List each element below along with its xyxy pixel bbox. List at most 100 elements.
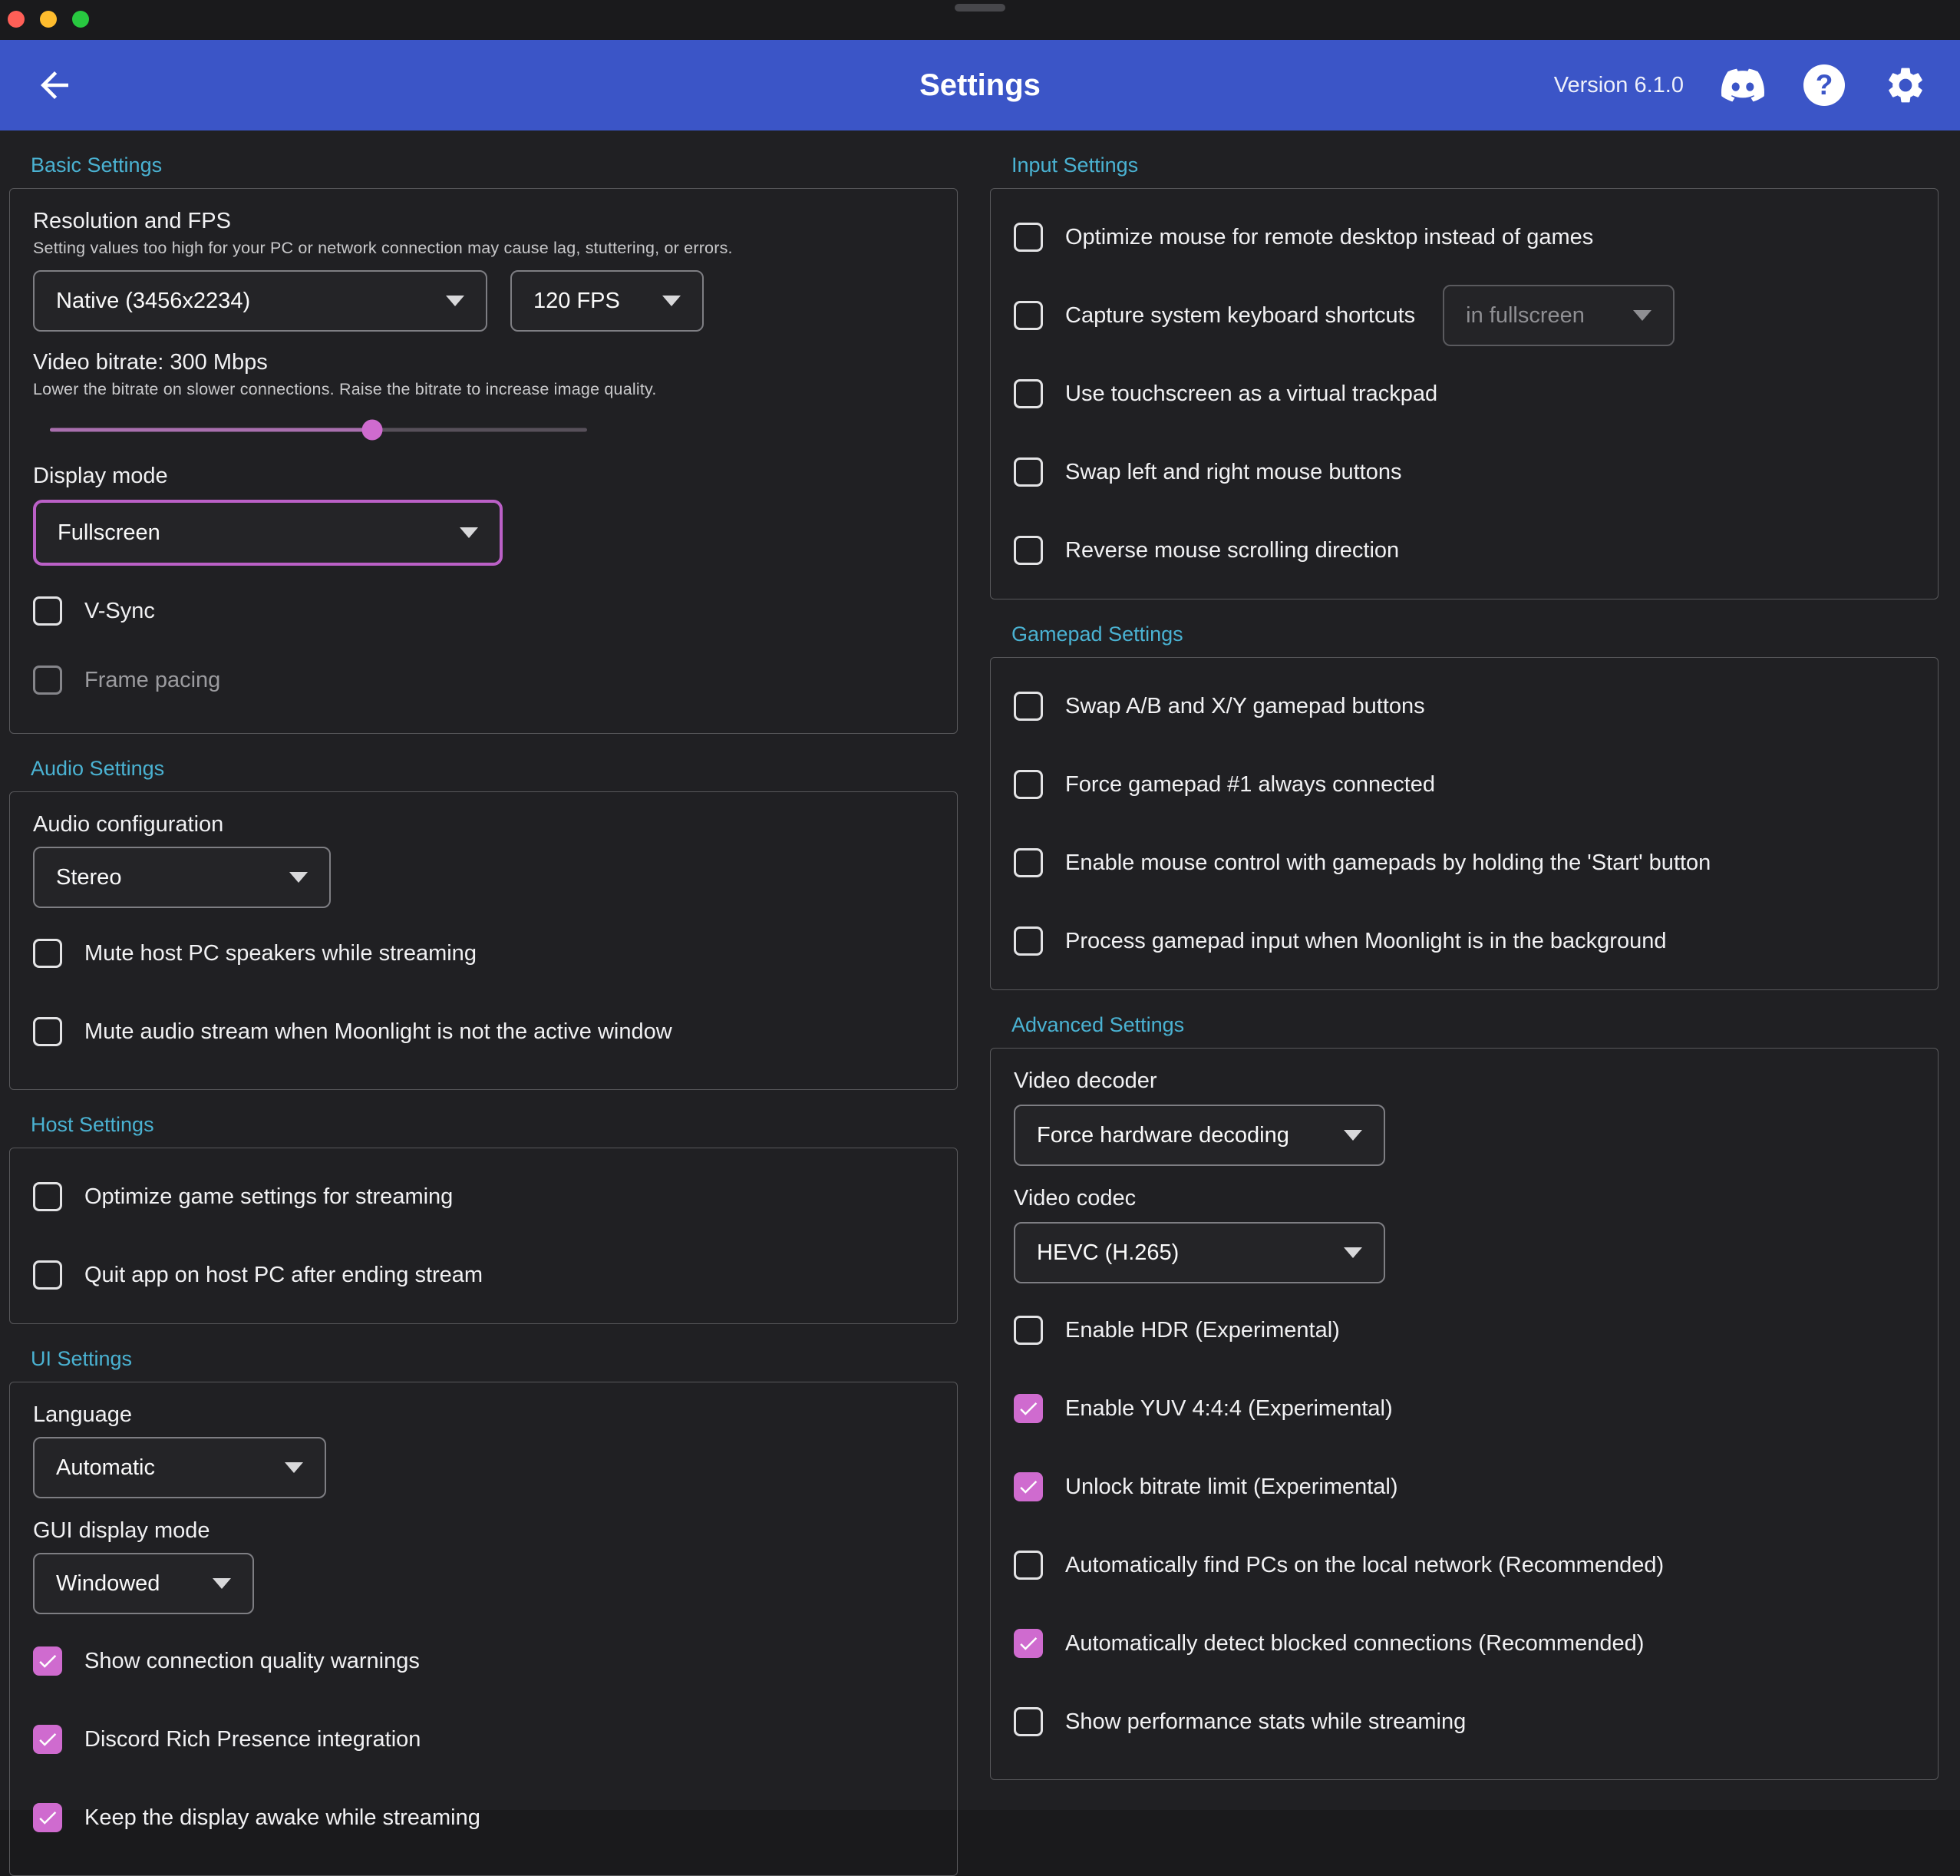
display-mode-label: Display mode (33, 464, 168, 488)
checkbox-box[interactable] (1014, 770, 1043, 799)
bitrate-hint: Lower the bitrate on slower connections.… (33, 380, 657, 398)
checkbox-box[interactable] (1014, 848, 1043, 877)
window-drag-pill (955, 4, 1005, 12)
chevron-down-icon (1344, 1247, 1362, 1258)
settings-content: Basic Settings Resolution and FPS Settin… (0, 130, 1960, 1876)
checkbox-box[interactable] (1014, 1472, 1043, 1501)
quality-warnings-checkbox[interactable]: Show connection quality warnings (33, 1622, 934, 1700)
checkbox-box[interactable] (33, 1260, 62, 1290)
audio-config-label: Audio configuration (33, 812, 224, 837)
checkbox-box[interactable] (33, 939, 62, 968)
optimize-mouse-checkbox[interactable]: Optimize mouse for remote desktop instea… (1014, 198, 1915, 276)
reverse-scroll-checkbox[interactable]: Reverse mouse scrolling direction (1014, 511, 1915, 590)
discord-presence-checkbox[interactable]: Discord Rich Presence integration (33, 1700, 934, 1779)
hdr-checkbox[interactable]: Enable HDR (Experimental) (1014, 1291, 1915, 1369)
slider-thumb[interactable] (361, 419, 383, 441)
gamepad-background-checkbox[interactable]: Process gamepad input when Moonlight is … (1014, 902, 1915, 980)
checkbox-box[interactable] (33, 1646, 62, 1676)
checkbox-label: Enable HDR (Experimental) (1065, 1317, 1340, 1343)
settings-button[interactable] (1883, 63, 1928, 107)
checkbox-box[interactable] (33, 596, 62, 626)
keep-awake-checkbox[interactable]: Keep the display awake while streaming (33, 1779, 934, 1857)
chevron-down-icon (213, 1578, 231, 1589)
checkbox-box[interactable] (1014, 1629, 1043, 1658)
unlock-bitrate-checkbox[interactable]: Unlock bitrate limit (Experimental) (1014, 1448, 1915, 1526)
checkbox-label: Quit app on host PC after ending stream (84, 1262, 483, 1287)
chevron-down-icon (1633, 310, 1652, 321)
swap-ab-checkbox[interactable]: Swap A/B and X/Y gamepad buttons (1014, 667, 1915, 745)
video-codec-dropdown[interactable]: HEVC (H.265) (1014, 1222, 1385, 1283)
checkbox-label: Mute host PC speakers while streaming (84, 940, 477, 966)
host-settings-heading: Host Settings (31, 1113, 154, 1136)
checkbox-box[interactable] (1014, 1394, 1043, 1423)
arrow-left-icon (41, 71, 68, 99)
checkbox-box[interactable] (1014, 692, 1043, 721)
checkbox-box[interactable] (1014, 1316, 1043, 1345)
discord-icon (1721, 68, 1764, 102)
perf-stats-checkbox[interactable]: Show performance stats while streaming (1014, 1683, 1915, 1761)
audio-config-dropdown-value: Stereo (56, 864, 122, 890)
audio-config-dropdown[interactable]: Stereo (33, 847, 331, 908)
close-window-button[interactable] (8, 11, 25, 28)
chevron-down-icon (289, 872, 308, 883)
fps-dropdown[interactable]: 120 FPS (510, 270, 704, 332)
gui-mode-dropdown-value: Windowed (56, 1570, 160, 1596)
resolution-fps-label: Resolution and FPS (33, 209, 231, 233)
checkbox-label: Use touchscreen as a virtual trackpad (1065, 381, 1438, 406)
optimize-game-checkbox[interactable]: Optimize game settings for streaming (33, 1158, 934, 1236)
checkbox-label: Show connection quality warnings (84, 1648, 420, 1673)
back-button[interactable] (32, 63, 77, 107)
checkbox-box[interactable] (1014, 536, 1043, 565)
check-icon (39, 1654, 57, 1668)
frame-pacing-checkbox[interactable]: Frame pacing (33, 646, 934, 715)
checkbox-label: V-Sync (84, 598, 155, 623)
checkbox-box[interactable] (33, 1017, 62, 1046)
checkbox-box[interactable] (1014, 1551, 1043, 1580)
checkbox-box[interactable] (33, 1182, 62, 1211)
checkbox-box[interactable] (1014, 1707, 1043, 1736)
video-decoder-dropdown[interactable]: Force hardware decoding (1014, 1105, 1385, 1166)
checkbox-box[interactable] (1014, 926, 1043, 956)
find-pcs-checkbox[interactable]: Automatically find PCs on the local netw… (1014, 1526, 1915, 1604)
capture-mode-dropdown-value: in fullscreen (1466, 302, 1585, 328)
force-gamepad-checkbox[interactable]: Force gamepad #1 always connected (1014, 745, 1915, 824)
detect-blocked-checkbox[interactable]: Automatically detect blocked connections… (1014, 1604, 1915, 1683)
version-label: Version 6.1.0 (1553, 72, 1684, 97)
swap-mouse-checkbox[interactable]: Swap left and right mouse buttons (1014, 433, 1915, 511)
capture-mode-dropdown[interactable]: in fullscreen (1443, 285, 1675, 346)
help-button[interactable]: ? (1802, 63, 1846, 107)
advanced-settings-heading: Advanced Settings (1011, 1013, 1185, 1036)
bitrate-slider[interactable] (50, 419, 587, 441)
checkbox-box[interactable] (1014, 301, 1043, 330)
touchscreen-checkbox[interactable]: Use touchscreen as a virtual trackpad (1014, 355, 1915, 433)
zoom-window-button[interactable] (72, 11, 89, 28)
mute-host-checkbox[interactable]: Mute host PC speakers while streaming (33, 914, 934, 992)
video-codec-label: Video codec (1014, 1186, 1137, 1210)
gui-mode-dropdown[interactable]: Windowed (33, 1553, 254, 1614)
capture-shortcuts-checkbox[interactable]: Capture system keyboard shortcuts in ful… (1014, 276, 1915, 355)
discord-button[interactable] (1721, 63, 1765, 107)
checkbox-label: Swap A/B and X/Y gamepad buttons (1065, 693, 1425, 718)
help-icon: ? (1803, 64, 1845, 106)
display-mode-dropdown[interactable]: Fullscreen (33, 500, 503, 566)
checkbox-label: Reverse mouse scrolling direction (1065, 537, 1400, 563)
checkbox-box[interactable] (1014, 457, 1043, 487)
checkbox-box[interactable] (33, 1725, 62, 1754)
checkbox-box[interactable] (1014, 379, 1043, 408)
minimize-window-button[interactable] (40, 11, 57, 28)
fps-dropdown-value: 120 FPS (533, 288, 620, 313)
checkbox-box[interactable] (33, 666, 62, 695)
gamepad-mouse-control-checkbox[interactable]: Enable mouse control with gamepads by ho… (1014, 824, 1915, 902)
language-dropdown[interactable]: Automatic (33, 1437, 326, 1498)
quit-app-checkbox[interactable]: Quit app on host PC after ending stream (33, 1236, 934, 1314)
vsync-checkbox[interactable]: V-Sync (33, 576, 934, 646)
mute-inactive-checkbox[interactable]: Mute audio stream when Moonlight is not … (33, 992, 934, 1071)
checkbox-label: Force gamepad #1 always connected (1065, 771, 1436, 797)
yuv444-checkbox[interactable]: Enable YUV 4:4:4 (Experimental) (1014, 1369, 1915, 1448)
checkbox-box[interactable] (1014, 223, 1043, 252)
checkbox-label: Swap left and right mouse buttons (1065, 459, 1402, 484)
ui-settings-group: Language Automatic GUI display mode Wind… (9, 1382, 958, 1876)
check-icon (39, 1732, 57, 1746)
checkbox-box[interactable] (33, 1803, 62, 1832)
resolution-dropdown[interactable]: Native (3456x2234) (33, 270, 487, 332)
